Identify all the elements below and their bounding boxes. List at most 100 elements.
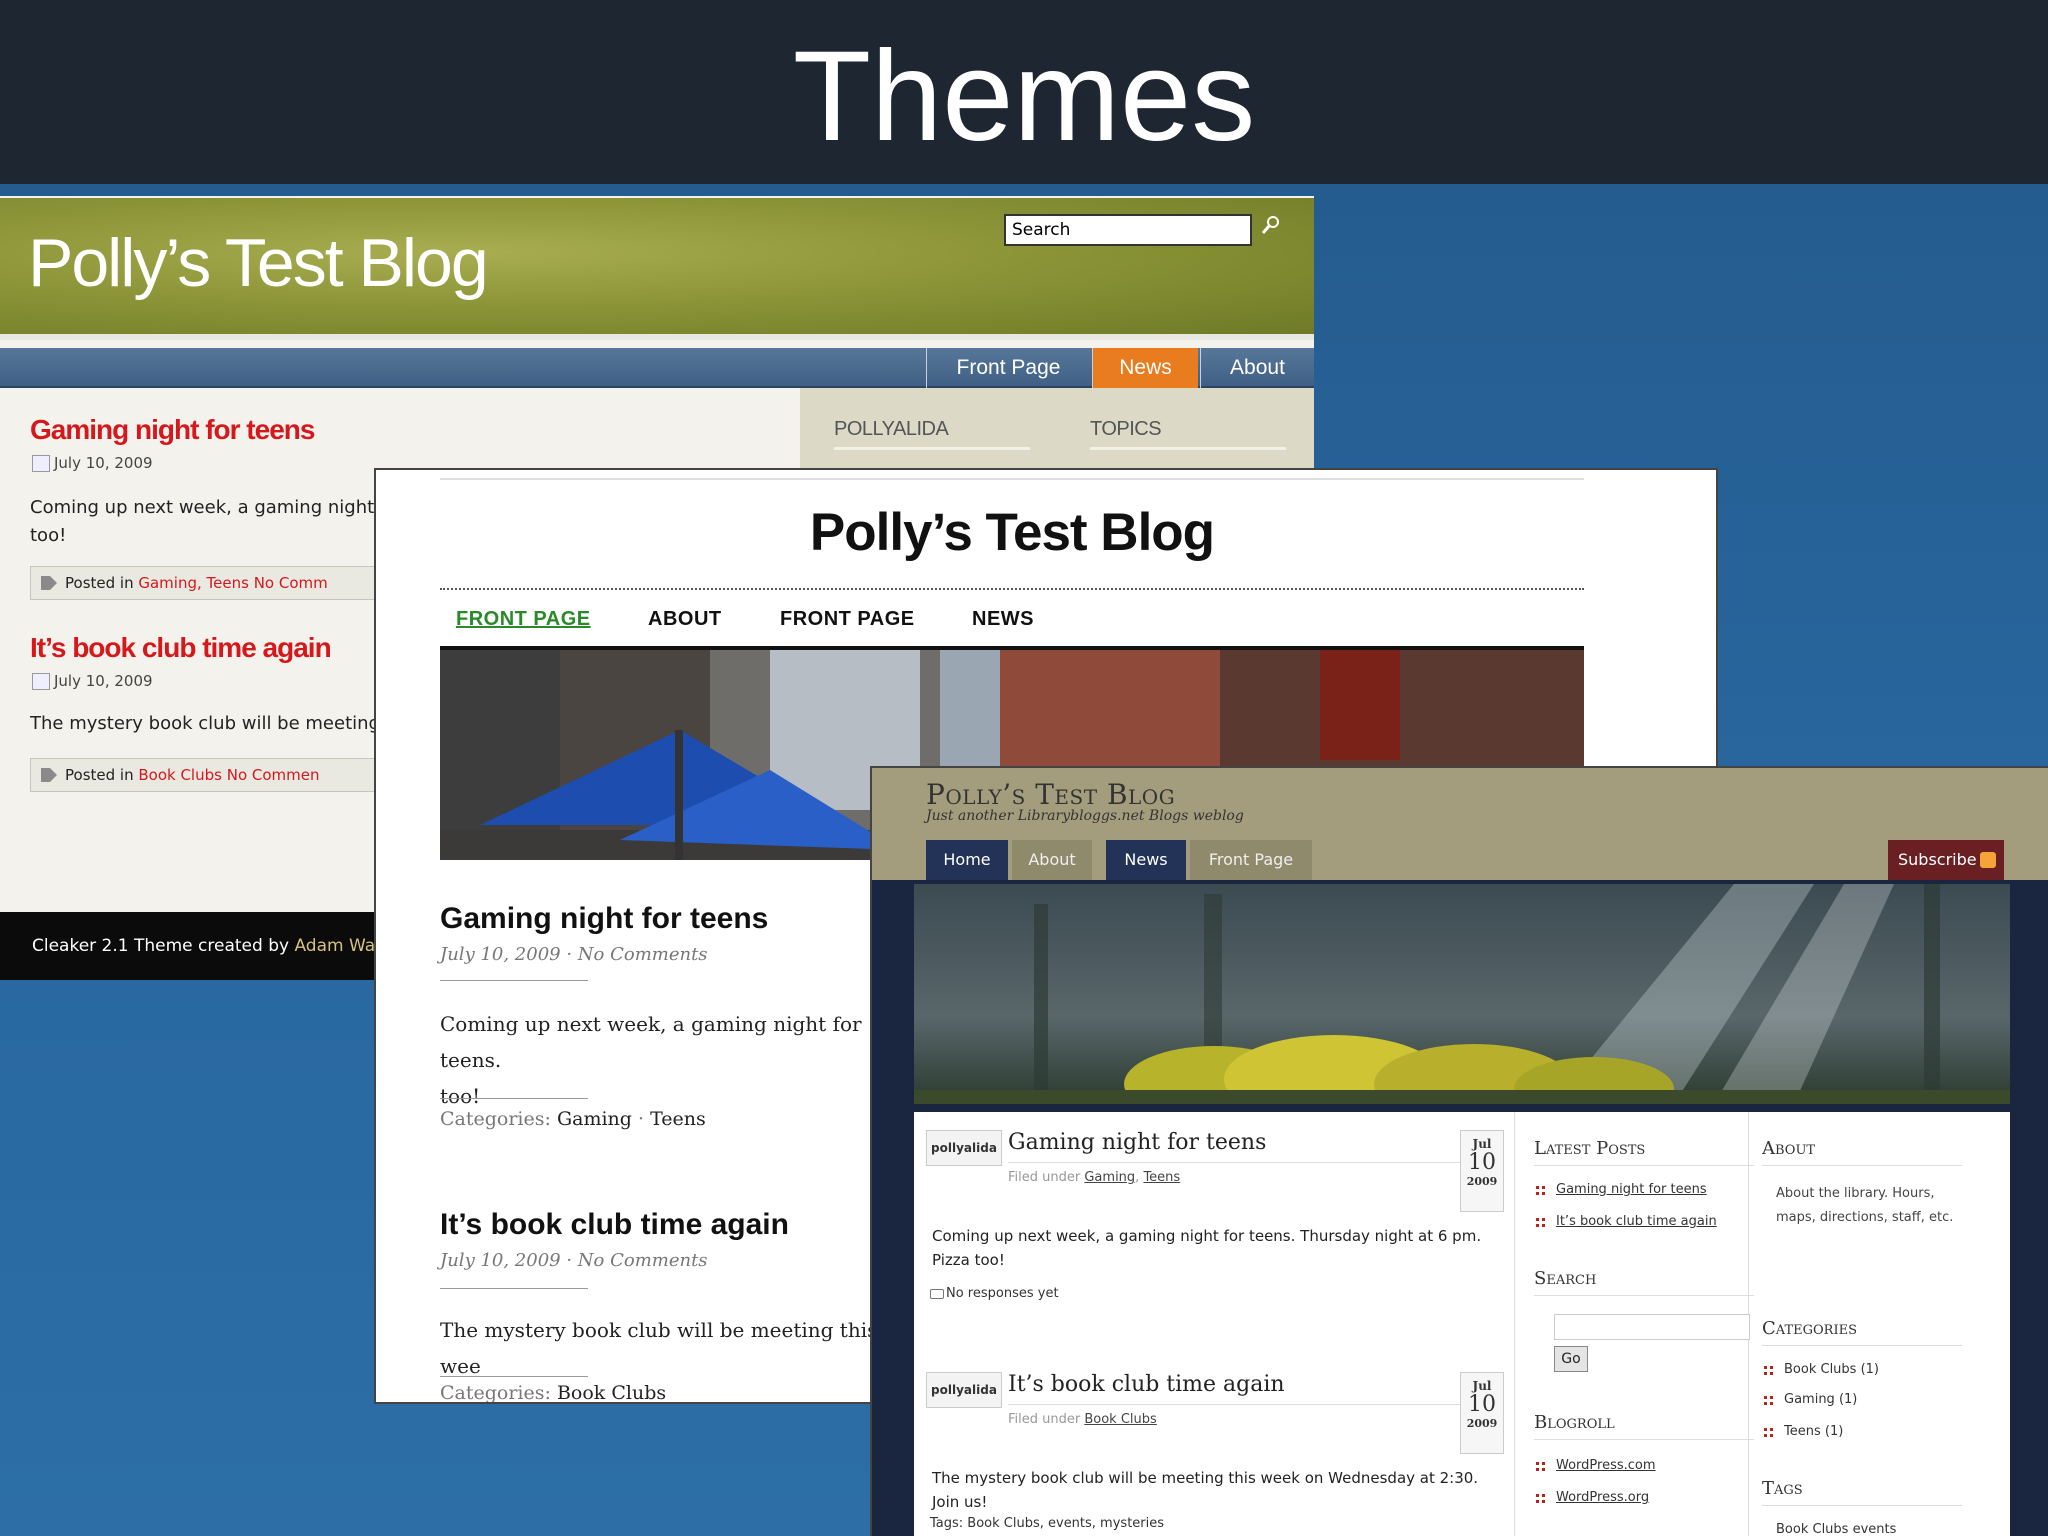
library-tab-front-page[interactable]: Front Page xyxy=(1190,840,1312,880)
library-theme-screenshot: Polly’s Test Blog Just another Librarybl… xyxy=(870,766,2048,1536)
bullet-icon xyxy=(1764,1366,1774,1376)
cleaker-post-date: July 10, 2009 xyxy=(32,672,153,690)
minimal-post-categories: Categories: Gaming · Teens xyxy=(440,1108,706,1130)
cleaker-tab-about[interactable]: About xyxy=(1200,348,1314,388)
blogroll-link[interactable]: WordPress.com xyxy=(1556,1458,1656,1473)
bullet-icon xyxy=(1764,1428,1774,1438)
library-tab-about[interactable]: About xyxy=(1012,840,1092,880)
cleaker-footer-author-link[interactable]: Adam Wall xyxy=(294,936,384,956)
divider xyxy=(440,1288,588,1289)
minimal-nav-about[interactable]: ABOUT xyxy=(648,608,722,631)
minimal-post-title[interactable]: Gaming night for teens xyxy=(440,902,768,936)
blogroll-heading: Blogroll xyxy=(1534,1412,1754,1440)
tag-cloud[interactable]: Book Clubs events xyxy=(1776,1522,1896,1536)
latest-posts-heading: Latest Posts xyxy=(1534,1138,1754,1166)
cleaker-nav-bar: Front Page News About xyxy=(0,348,1314,388)
cleaker-sidebar-heading-pollyalida: POLLYALIDA xyxy=(834,418,1030,450)
cleaker-blog-title[interactable]: Polly’s Test Blog xyxy=(28,224,489,302)
divider xyxy=(1514,1112,1515,1536)
divider xyxy=(440,1098,588,1099)
category-link[interactable]: Gaming (1) xyxy=(1784,1392,1857,1407)
category-link[interactable]: Teens (1) xyxy=(1784,1424,1843,1439)
forest-photo xyxy=(914,884,2010,1104)
latest-post-link[interactable]: It’s book club time again xyxy=(1556,1214,1717,1229)
search-icon[interactable] xyxy=(1260,214,1282,236)
author-badge[interactable]: pollyalida xyxy=(926,1130,1002,1166)
library-post-filed-under: Filed under Gaming, Teens xyxy=(1008,1170,1181,1185)
minimal-nav-news[interactable]: NEWS xyxy=(972,608,1034,631)
minimal-post-body: The mystery book club will be meeting th… xyxy=(440,1318,878,1378)
cleaker-post-meta: Posted in Book Clubs No Commen xyxy=(30,758,390,792)
library-category-link[interactable]: Book Clubs xyxy=(1084,1412,1156,1427)
library-tab-news[interactable]: News xyxy=(1106,840,1186,880)
library-blog-title[interactable]: Polly’s Test Blog xyxy=(926,778,1175,811)
minimal-blog-title[interactable]: Polly’s Test Blog xyxy=(440,502,1584,563)
divider xyxy=(440,980,588,981)
latest-post-link[interactable]: Gaming night for teens xyxy=(1556,1182,1707,1197)
cleaker-post-categories[interactable]: Gaming, Teens xyxy=(138,574,249,592)
cleaker-post-date: July 10, 2009 xyxy=(32,454,153,472)
library-content: pollyalida Gaming night for teens Filed … xyxy=(914,1112,2010,1536)
cleaker-post-title[interactable]: It’s book club time again xyxy=(30,632,332,664)
cleaker-sidebar-heading-topics: TOPICS xyxy=(1090,418,1286,450)
library-category-link[interactable]: Teens xyxy=(1143,1170,1180,1185)
about-text: About the library. Hours, maps, directio… xyxy=(1776,1186,1954,1225)
post-date-box: Jul 10 2009 xyxy=(1460,1372,1504,1454)
calendar-icon xyxy=(32,673,50,690)
library-tab-home[interactable]: Home xyxy=(926,840,1008,880)
divider xyxy=(1008,1162,1468,1163)
search-go-button[interactable]: Go xyxy=(1554,1346,1588,1372)
minimal-category-link[interactable]: Gaming xyxy=(557,1108,632,1130)
minimal-category-link[interactable]: Teens xyxy=(650,1108,706,1130)
library-post-title[interactable]: Gaming night for teens xyxy=(1008,1130,1266,1155)
minimal-post-title[interactable]: It’s book club time again xyxy=(440,1208,789,1242)
library-tagline: Just another Librarybloggs.net Blogs web… xyxy=(926,808,1244,824)
categories-heading: Categories xyxy=(1762,1318,1962,1346)
cleaker-post-title[interactable]: Gaming night for teens xyxy=(30,414,315,446)
cleaker-post-excerpt: The mystery book club will be meeting xyxy=(30,713,380,734)
divider xyxy=(440,588,1584,590)
cleaker-post-categories[interactable]: Book Clubs xyxy=(138,766,222,784)
minimal-nav-front-page-2[interactable]: FRONT PAGE xyxy=(780,608,915,631)
minimal-post-date: July 10, 2009 · No Comments xyxy=(440,944,708,965)
library-header-image xyxy=(914,884,2010,1104)
blogroll-link[interactable]: WordPress.org xyxy=(1556,1490,1649,1505)
rss-icon xyxy=(1980,852,1996,868)
tags-heading: Tags xyxy=(1762,1478,1962,1506)
bullet-icon xyxy=(1536,1186,1546,1196)
minimal-post-categories: Categories: Book Clubs xyxy=(440,1382,667,1404)
library-search-input[interactable] xyxy=(1554,1314,1750,1340)
cleaker-post-comments[interactable]: No Commen xyxy=(227,766,320,784)
library-category-link[interactable]: Gaming xyxy=(1084,1170,1135,1185)
cleaker-search-input[interactable] xyxy=(1004,214,1252,246)
cleaker-post-comments[interactable]: No Comm xyxy=(254,574,328,592)
subscribe-button[interactable]: Subscribe xyxy=(1888,840,2004,880)
minimal-nav-front-page[interactable]: FRONT PAGE xyxy=(456,608,591,631)
post-date-box: Jul 10 2009 xyxy=(1460,1130,1504,1212)
library-post-title[interactable]: It’s book club time again xyxy=(1008,1372,1285,1397)
library-post-responses[interactable]: No responses yet xyxy=(930,1286,1059,1301)
search-heading: Search xyxy=(1534,1268,1754,1296)
tag-icon xyxy=(41,576,57,590)
cleaker-header: Polly’s Test Blog xyxy=(0,198,1314,340)
cleaker-tab-news[interactable]: News xyxy=(1092,348,1198,388)
slide-title-bar: Themes xyxy=(0,0,2048,184)
cleaker-tab-front-page[interactable]: Front Page xyxy=(926,348,1090,388)
minimal-post-date: July 10, 2009 · No Comments xyxy=(440,1250,708,1271)
category-link[interactable]: Book Clubs (1) xyxy=(1784,1362,1879,1377)
slide-title: Themes xyxy=(792,25,1256,168)
calendar-icon xyxy=(32,455,50,472)
minimal-category-link[interactable]: Book Clubs xyxy=(557,1382,666,1402)
cleaker-post-excerpt: Coming up next week, a gaming night too! xyxy=(30,497,375,546)
divider xyxy=(440,1376,588,1377)
author-badge[interactable]: pollyalida xyxy=(926,1372,1002,1408)
library-post-body: Coming up next week, a gaming night for … xyxy=(932,1227,1482,1269)
library-post-filed-under: Filed under Book Clubs xyxy=(1008,1412,1157,1427)
bullet-icon xyxy=(1764,1396,1774,1406)
divider xyxy=(1008,1404,1468,1405)
bullet-icon xyxy=(1536,1218,1546,1228)
library-post-tags: Tags: Book Clubs, events, mysteries xyxy=(930,1516,1165,1531)
cleaker-post-meta: Posted in Gaming, Teens No Comm xyxy=(30,566,390,600)
library-post-body: The mystery book club will be meeting th… xyxy=(932,1469,1479,1511)
tag-icon xyxy=(41,768,57,782)
